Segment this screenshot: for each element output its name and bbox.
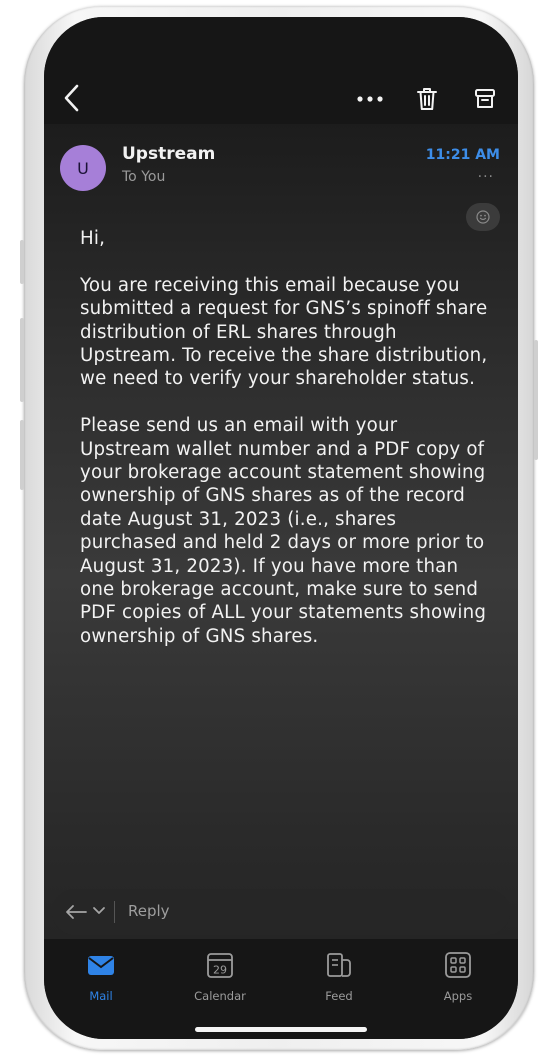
reply-divider	[114, 901, 115, 923]
sender-avatar[interactable]: U	[60, 145, 106, 191]
reply-label[interactable]: Reply	[128, 902, 170, 920]
calendar-icon: 29	[207, 953, 233, 978]
email-paragraph-1: You are receiving this email because you…	[80, 274, 488, 390]
phone-power-button	[534, 340, 538, 460]
top-nav-bar	[44, 17, 518, 124]
tab-label: Apps	[443, 989, 473, 1003]
sender-name[interactable]: Upstream	[122, 144, 215, 164]
chevron-down-icon[interactable]	[92, 905, 106, 917]
home-indicator[interactable]	[195, 1027, 367, 1032]
apps-icon	[445, 952, 471, 978]
tab-feed[interactable]: Feed	[299, 949, 379, 1009]
mail-icon	[88, 956, 114, 975]
tab-calendar[interactable]: 29 Calendar	[180, 949, 260, 1009]
email-timestamp: 11:21 AM	[425, 147, 500, 163]
trash-icon[interactable]	[416, 86, 438, 112]
email-body: Hi, You are receiving this email because…	[80, 227, 490, 672]
bottom-tab-bar: Mail 29 Calendar Feed Apps	[44, 939, 518, 1039]
tab-label: Feed	[325, 989, 353, 1003]
back-chevron-icon[interactable]	[62, 83, 82, 113]
tab-label: Mail	[89, 989, 113, 1003]
phone-screen: U Upstream To You 11:21 AM ··· Hi, You a…	[44, 17, 518, 1039]
archive-icon[interactable]	[474, 87, 496, 111]
calendar-date: 29	[213, 964, 227, 977]
tab-mail[interactable]: Mail	[61, 949, 141, 1009]
more-options-icon[interactable]	[356, 94, 384, 104]
email-greeting: Hi,	[80, 228, 106, 249]
reply-icon[interactable]	[64, 903, 88, 921]
smiley-icon	[476, 210, 490, 224]
phone-volume-up	[20, 318, 24, 402]
header-more-icon[interactable]: ···	[478, 169, 494, 185]
phone-side-button	[20, 240, 24, 284]
phone-volume-down	[20, 420, 24, 490]
feed-icon	[327, 953, 351, 977]
tab-label: Calendar	[194, 989, 246, 1003]
email-paragraph-2: Please send us an email with your Upstre…	[80, 415, 487, 647]
reply-bar[interactable]: Reply	[52, 889, 510, 935]
recipient-line: To You	[122, 169, 166, 185]
tab-apps[interactable]: Apps	[418, 949, 498, 1009]
